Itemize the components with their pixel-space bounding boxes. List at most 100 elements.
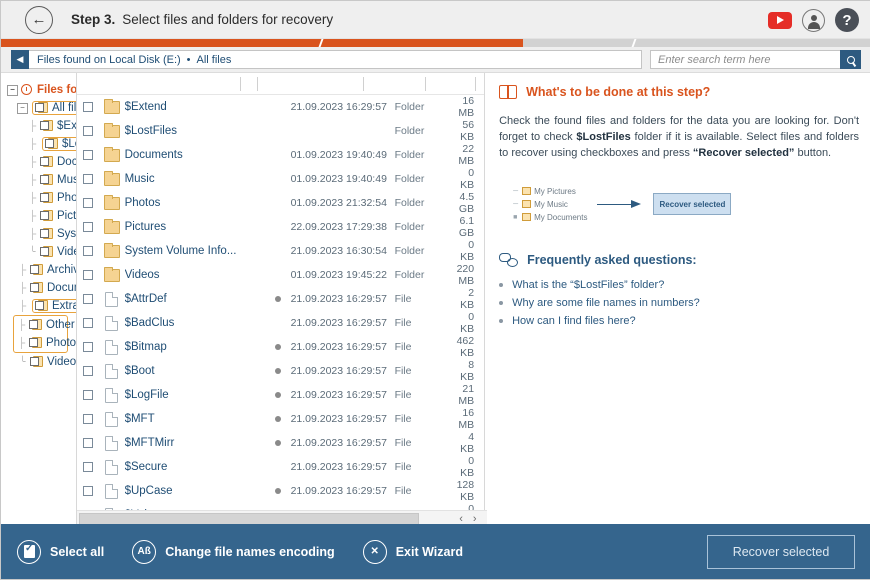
file-row[interactable]: $UpCase 21.09.2023 16:29:57 File 128 KB [77, 479, 485, 503]
sidebar-item-extra-found[interactable]: ├ Extra found135 [1, 297, 76, 315]
file-name[interactable]: $MFT [125, 413, 265, 425]
folder-checkbox-icon[interactable] [30, 264, 43, 276]
row-checkbox[interactable] [82, 246, 93, 256]
help-icon[interactable]: ? [835, 8, 859, 32]
folder-checkbox-icon[interactable] [40, 174, 53, 186]
row-checkbox[interactable] [82, 390, 93, 400]
file-row[interactable]: $BadClus 21.09.2023 16:29:57 File 0 KB [77, 311, 485, 335]
search-button[interactable] [840, 50, 861, 69]
recover-selected-button[interactable]: Recover selected [707, 534, 855, 569]
search-input[interactable]: Enter search term here [650, 50, 840, 69]
file-row[interactable]: $LostFiles Folder 56 KB [77, 119, 485, 143]
folder-checkbox-icon[interactable] [40, 228, 53, 240]
folder-checkbox-icon[interactable] [29, 319, 42, 331]
faq-item[interactable]: How can I find files here? [499, 312, 859, 330]
row-checkbox[interactable] [82, 414, 93, 424]
file-name[interactable]: $UpCase [125, 485, 265, 497]
breadcrumb[interactable]: Files found on Local Disk (E:) • All fil… [29, 50, 642, 69]
file-row[interactable]: $Bitmap 21.09.2023 16:29:57 File 462 KB [77, 335, 485, 359]
faq-item[interactable]: What is the “$LostFiles” folder? [499, 276, 859, 294]
row-checkbox[interactable] [82, 126, 93, 136]
file-row[interactable]: Music 01.09.2023 19:40:49 Folder 0 KB [77, 167, 485, 191]
column-divider[interactable] [362, 77, 364, 91]
row-checkbox[interactable] [82, 150, 93, 160]
collapse-icon[interactable]: − [17, 102, 28, 114]
folder-checkbox-icon[interactable] [30, 282, 43, 294]
row-checkbox[interactable] [82, 222, 93, 232]
sidebar-item-video-files[interactable]: ╰ Video files18 [1, 353, 76, 371]
sidebar-item-videos[interactable]: ╰ Videos18 [1, 243, 76, 261]
file-name[interactable]: Pictures [125, 221, 265, 233]
back-button[interactable]: ← [25, 5, 53, 34]
change-encoding-button[interactable]: Aß Change file names encoding [132, 539, 335, 564]
row-checkbox[interactable] [82, 318, 93, 328]
file-name[interactable]: $MFTMirr [125, 437, 265, 449]
row-checkbox[interactable] [82, 342, 93, 352]
folder-checkbox-icon[interactable] [35, 300, 48, 312]
breadcrumb-back-button[interactable]: ◀ [11, 50, 29, 69]
sidebar-item-music[interactable]: ├Music0 [1, 171, 76, 189]
row-checkbox[interactable] [82, 438, 93, 448]
folder-checkbox-icon[interactable] [30, 356, 43, 368]
sidebar-item-pictures[interactable]: ├Pictures16041 [1, 207, 76, 225]
file-row[interactable]: $LogFile 21.09.2023 16:29:57 File 21 MB [77, 383, 485, 407]
row-checkbox[interactable] [82, 270, 93, 280]
sidebar-item-system-volume-information[interactable]: ├System Volume Information2 [1, 225, 76, 243]
file-name[interactable]: $LogFile [125, 389, 265, 401]
column-divider[interactable] [424, 77, 426, 91]
folder-checkbox-icon[interactable] [40, 210, 53, 222]
row-checkbox[interactable] [82, 486, 93, 496]
sidebar-item-all-files[interactable]: −All files17143 [1, 99, 76, 117]
folder-checkbox-icon[interactable] [40, 156, 53, 168]
file-row[interactable]: System Volume Info... 21.09.2023 16:30:54… [77, 239, 485, 263]
file-row[interactable]: $AttrDef 21.09.2023 16:29:57 File 2 KB [77, 287, 485, 311]
file-row[interactable]: Pictures 22.09.2023 17:29:38 Folder 6.1 GB [77, 215, 485, 239]
row-checkbox[interactable] [82, 462, 93, 472]
sidebar-item-archives[interactable]: ├Archives1 [1, 261, 76, 279]
collapse-icon[interactable]: − [7, 84, 18, 96]
folder-checkbox-icon[interactable] [35, 102, 48, 114]
file-name[interactable]: Documents [125, 149, 265, 161]
tree-root[interactable]: − Files found on Local Disk (E:) [1, 81, 76, 99]
file-name[interactable]: Photos [125, 197, 265, 209]
file-row[interactable]: Documents 01.09.2023 19:40:49 Folder 22 MB [77, 143, 485, 167]
sidebar-item-photos[interactable]: ├Photos838 [1, 189, 76, 207]
row-checkbox[interactable] [82, 198, 93, 208]
file-row[interactable]: Videos 01.09.2023 19:45:22 Folder 220 MB [77, 263, 485, 287]
file-row[interactable]: $MFTMirr 21.09.2023 16:29:57 File 4 KB [77, 431, 485, 455]
file-row[interactable]: $MFT 21.09.2023 16:29:57 File 16 MB [77, 407, 485, 431]
file-name[interactable]: $BadClus [125, 317, 265, 329]
row-checkbox[interactable] [82, 174, 93, 184]
folder-checkbox-icon[interactable] [45, 138, 58, 150]
row-checkbox[interactable] [82, 294, 93, 304]
folder-checkbox-icon[interactable] [40, 246, 53, 258]
sidebar-item-documents[interactable]: ├Documents224 [1, 153, 76, 171]
file-name[interactable]: $AttrDef [125, 293, 265, 305]
breadcrumb-leaf[interactable]: All files [197, 54, 232, 66]
youtube-icon[interactable] [768, 11, 792, 29]
scroll-left-arrow[interactable]: ‹ [459, 513, 463, 525]
sidebar-item-photos-and-pictures[interactable]: ├Photos and pictures15010 [14, 334, 76, 352]
file-name[interactable]: $Secure [125, 461, 265, 473]
user-account-icon[interactable] [802, 8, 825, 32]
file-name[interactable]: $Boot [125, 365, 265, 377]
breadcrumb-root[interactable]: Files found on Local Disk (E:) [37, 54, 181, 66]
faq-item[interactable]: Why are some file names in numbers? [499, 294, 859, 312]
row-checkbox[interactable] [82, 102, 93, 112]
file-row[interactable]: $Extend 21.09.2023 16:29:57 Folder 16 MB [77, 95, 485, 119]
scroll-right-arrow[interactable]: › [473, 513, 477, 525]
file-row[interactable]: $Secure 21.09.2023 16:29:57 File 0 KB [77, 455, 485, 479]
column-divider[interactable] [239, 77, 241, 91]
folder-tree-sidebar[interactable]: − Files found on Local Disk (E:) −All fi… [1, 73, 77, 526]
sidebar-item-extend[interactable]: ├$Extend8 [1, 117, 76, 135]
column-divider[interactable] [256, 77, 258, 91]
folder-checkbox-icon[interactable] [40, 192, 53, 204]
column-divider[interactable] [474, 77, 476, 91]
file-name[interactable]: $Extend [125, 101, 265, 113]
file-row[interactable]: Photos 01.09.2023 21:32:54 Folder 4.5 GB [77, 191, 485, 215]
row-checkbox[interactable] [82, 366, 93, 376]
file-name[interactable]: $LostFiles [125, 125, 265, 137]
folder-checkbox-icon[interactable] [29, 337, 42, 349]
sidebar-item-lostfiles[interactable]: ├ $LostFiles1 [1, 135, 76, 153]
folder-checkbox-icon[interactable] [40, 120, 53, 132]
